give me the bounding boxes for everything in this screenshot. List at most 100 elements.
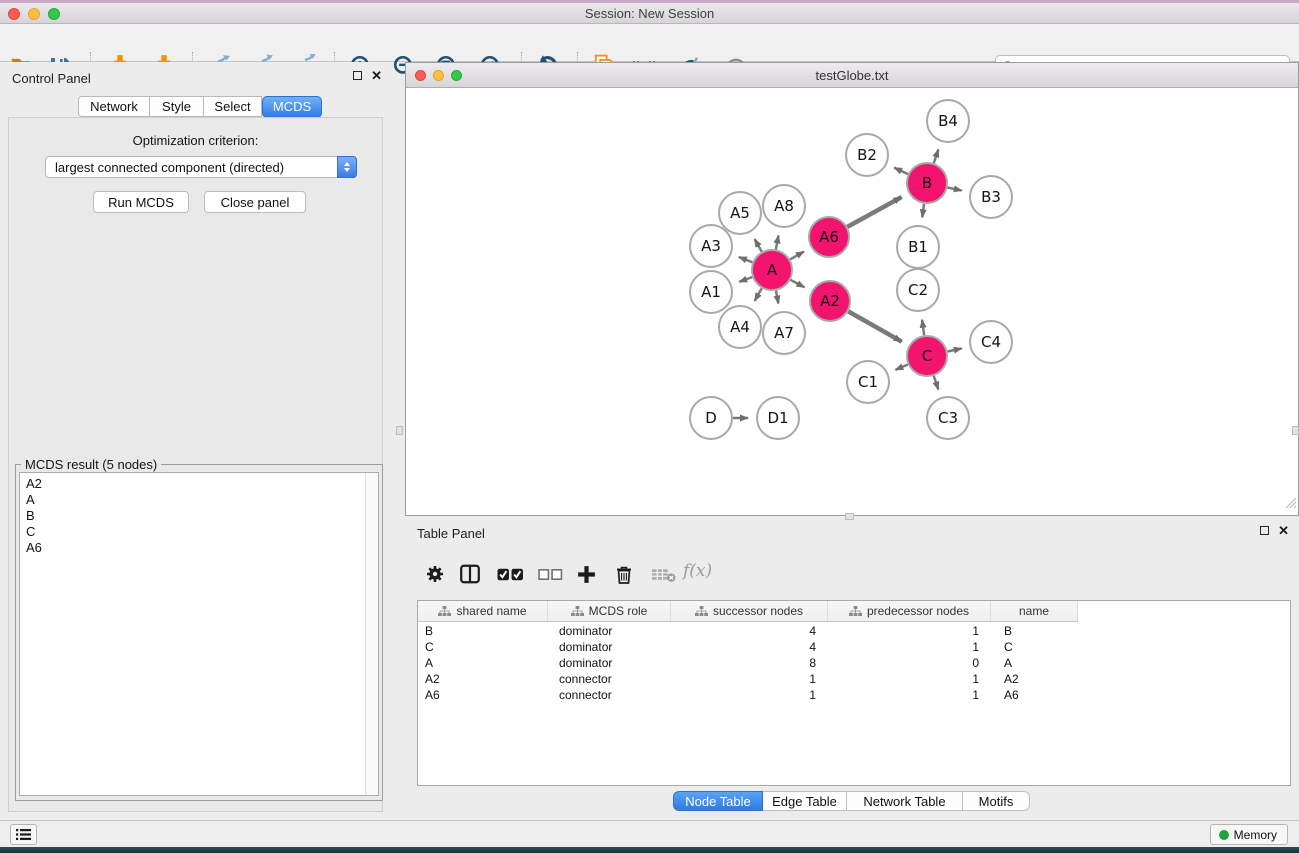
graph-edge-A-A4[interactable]: [755, 288, 762, 301]
show-columns-icon[interactable]: [453, 557, 487, 591]
net-zoom-button[interactable]: [451, 70, 462, 81]
graph-edge-B-B1[interactable]: [922, 204, 924, 217]
table-cell[interactable]: 1: [828, 671, 991, 687]
tab-node-table[interactable]: Node Table: [673, 791, 763, 811]
graph-edge-A-A2[interactable]: [791, 280, 805, 287]
table-cell[interactable]: dominator: [548, 655, 671, 671]
table-row[interactable]: Adominator80A: [418, 655, 1290, 671]
column-header-successor-nodes[interactable]: successor nodes: [671, 601, 828, 621]
table-cell[interactable]: connector: [548, 687, 671, 703]
table-row[interactable]: Bdominator41B: [418, 623, 1290, 639]
column-header-shared-name[interactable]: shared name: [418, 601, 548, 621]
table-cell[interactable]: B: [418, 623, 548, 639]
mcds-result-item[interactable]: A6: [20, 540, 364, 556]
window-controls[interactable]: [8, 3, 60, 24]
table-cell[interactable]: 4: [671, 623, 828, 639]
network-window-titlebar[interactable]: testGlobe.txt: [406, 63, 1298, 88]
graph-edge-B-B2[interactable]: [894, 168, 908, 174]
table-header-row[interactable]: shared nameMCDS rolesuccessor nodesprede…: [418, 601, 1078, 622]
table-cell[interactable]: B: [991, 623, 1078, 639]
mcds-result-item[interactable]: A: [20, 492, 364, 508]
net-close-button[interactable]: [415, 70, 426, 81]
float-table-panel-icon[interactable]: [1260, 526, 1269, 535]
table-cell[interactable]: 1: [671, 687, 828, 703]
mcds-result-item[interactable]: C: [20, 524, 364, 540]
deselect-all-rows-icon[interactable]: [533, 557, 567, 591]
table-row[interactable]: Cdominator41C: [418, 639, 1290, 655]
optimization-criterion-select[interactable]: largest connected component (directed): [45, 156, 357, 178]
graph-edge-B-B4[interactable]: [934, 149, 939, 163]
mcds-result-item[interactable]: A2: [20, 476, 364, 492]
show-panels-button[interactable]: [10, 824, 37, 845]
graph-edge-C-C4[interactable]: [948, 348, 962, 351]
tab-edge-table[interactable]: Edge Table: [763, 791, 847, 811]
memory-button[interactable]: Memory: [1210, 824, 1288, 845]
tab-style[interactable]: Style: [150, 96, 204, 117]
tab-motifs[interactable]: Motifs: [963, 791, 1030, 811]
table-cell[interactable]: 1: [828, 639, 991, 655]
table-cell[interactable]: dominator: [548, 623, 671, 639]
graph-edge-A-A6[interactable]: [790, 252, 804, 260]
graph-edge-A-A1[interactable]: [739, 277, 752, 282]
graph-edge-A2-C[interactable]: [848, 311, 902, 341]
select-all-rows-icon[interactable]: [493, 557, 527, 591]
mcds-result-item[interactable]: B: [20, 508, 364, 524]
tab-network[interactable]: Network: [78, 96, 150, 117]
table-cell[interactable]: 8: [671, 655, 828, 671]
table-cell[interactable]: A2: [991, 671, 1078, 687]
table-cell[interactable]: A2: [418, 671, 548, 687]
delete-row-icon[interactable]: [607, 557, 641, 591]
table-row[interactable]: A2connector11A2: [418, 671, 1290, 687]
graph-edge-C-C1[interactable]: [895, 364, 907, 369]
network-graph[interactable]: AA6A2BCA5A8A3A1A4A7B2B4B3B1C2C4C1C3DD1: [406, 88, 1298, 515]
split-handle[interactable]: [396, 426, 403, 435]
table-cell[interactable]: connector: [548, 671, 671, 687]
graph-edge-C-C3[interactable]: [934, 376, 939, 390]
graph-edge-C-C2[interactable]: [922, 320, 924, 335]
split-handle[interactable]: [845, 513, 854, 520]
table-cell[interactable]: 1: [828, 687, 991, 703]
graph-edge-A-A8[interactable]: [776, 235, 779, 249]
net-minimize-button[interactable]: [433, 70, 444, 81]
split-handle[interactable]: [1292, 426, 1299, 435]
table-cell[interactable]: A6: [991, 687, 1078, 703]
table-cell[interactable]: 1: [828, 623, 991, 639]
column-header-name[interactable]: name: [991, 601, 1078, 621]
close-window-button[interactable]: [8, 8, 20, 20]
graph-edge-A-A5[interactable]: [755, 239, 762, 252]
network-canvas[interactable]: AA6A2BCA5A8A3A1A4A7B2B4B3B1C2C4C1C3DD1: [406, 88, 1298, 515]
close-panel-icon[interactable]: ✕: [371, 71, 382, 80]
graph-edge-B-B3[interactable]: [948, 187, 962, 190]
graph-edge-A6-B[interactable]: [847, 197, 901, 227]
table-cell[interactable]: A6: [418, 687, 548, 703]
table-cell[interactable]: dominator: [548, 639, 671, 655]
minimize-window-button[interactable]: [28, 8, 40, 20]
table-cell[interactable]: C: [991, 639, 1078, 655]
table-row[interactable]: A6connector11A6: [418, 687, 1290, 703]
graph-edge-A-A3[interactable]: [739, 257, 753, 262]
table-options-icon[interactable]: [418, 557, 452, 591]
table-cell[interactable]: A: [991, 655, 1078, 671]
float-panel-icon[interactable]: [353, 71, 362, 80]
zoom-window-button[interactable]: [48, 8, 60, 20]
close-panel-button[interactable]: Close panel: [204, 191, 306, 213]
tab-select[interactable]: Select: [204, 96, 262, 117]
close-table-panel-icon[interactable]: ✕: [1278, 526, 1289, 535]
tab-network-table[interactable]: Network Table: [847, 791, 963, 811]
column-header-predecessor-nodes[interactable]: predecessor nodes: [828, 601, 991, 621]
table-body[interactable]: Bdominator41BCdominator41CAdominator80AA…: [418, 623, 1290, 785]
table-cell[interactable]: 4: [671, 639, 828, 655]
mcds-result-list[interactable]: A2ABCA6: [19, 472, 379, 796]
table-cell[interactable]: 0: [828, 655, 991, 671]
run-mcds-button[interactable]: Run MCDS: [93, 191, 189, 213]
table-cell[interactable]: 1: [671, 671, 828, 687]
graph-edge-A-A7[interactable]: [776, 291, 778, 304]
node-table[interactable]: shared nameMCDS rolesuccessor nodesprede…: [417, 600, 1291, 786]
tab-mcds[interactable]: MCDS: [262, 96, 322, 118]
add-row-icon[interactable]: [569, 557, 603, 591]
resize-grip-icon[interactable]: [1285, 496, 1297, 514]
table-cell[interactable]: C: [418, 639, 548, 655]
table-cell[interactable]: A: [418, 655, 548, 671]
column-header-MCDS-role[interactable]: MCDS role: [548, 601, 671, 621]
list-scrollbar[interactable]: [365, 473, 378, 795]
